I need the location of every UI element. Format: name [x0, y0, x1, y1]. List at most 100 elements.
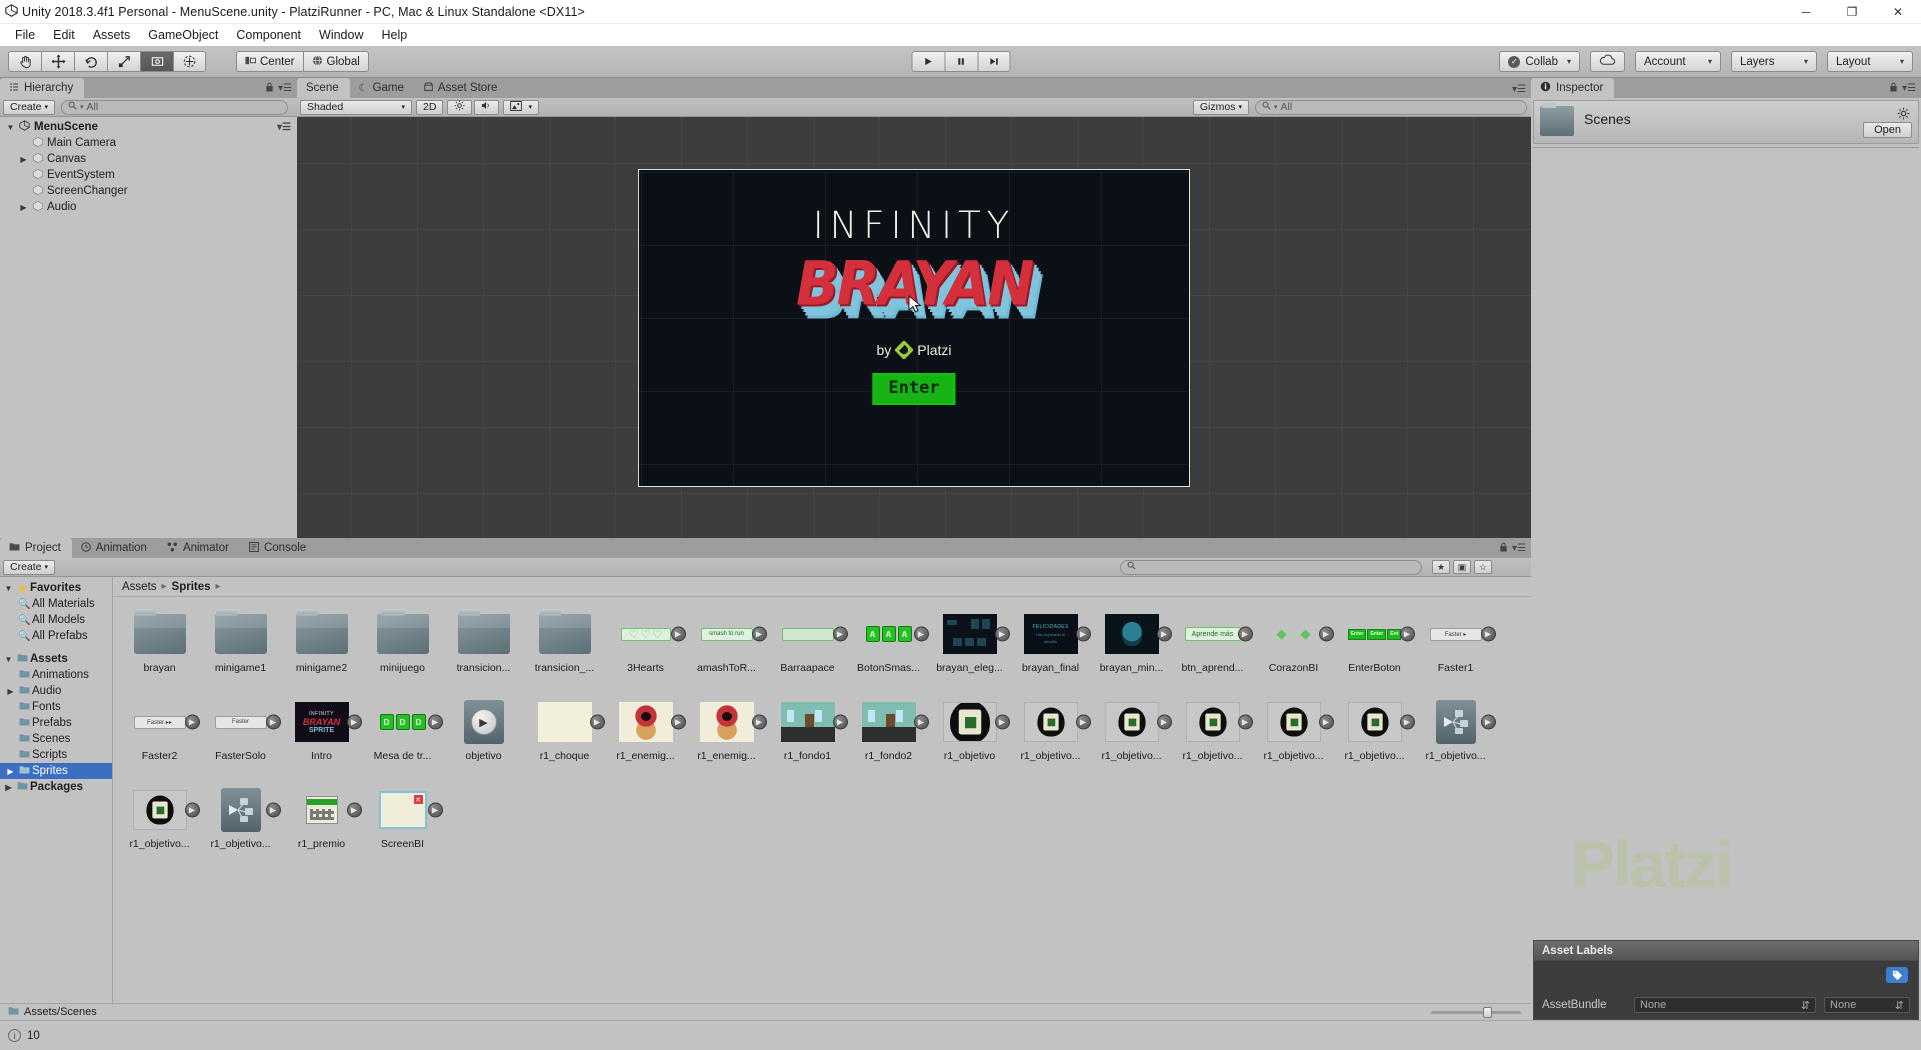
expand-sprite-icon[interactable]: ▶	[832, 714, 848, 730]
expand-sprite-icon[interactable]: ▶	[1156, 714, 1172, 730]
tab-asset-store[interactable]: Asset Store	[414, 78, 509, 98]
hierarchy-item-audio[interactable]: ▶ Audio	[0, 199, 297, 215]
hierarchy-search-input[interactable]: ▾ All	[61, 99, 288, 115]
rotate-tool-button[interactable]	[74, 51, 107, 72]
tab-animation[interactable]: Animation	[71, 538, 158, 558]
project-tree-prefabs[interactable]: Prefabs	[0, 715, 112, 731]
menu-edit[interactable]: Edit	[44, 26, 84, 44]
expand-sprite-icon[interactable]: ▶	[1318, 626, 1334, 642]
account-button[interactable]: Account ▾	[1635, 51, 1721, 72]
expand-sprite-icon[interactable]: ▶	[1399, 626, 1415, 642]
asset-item[interactable]: ▶ r1_fondo2	[848, 692, 929, 780]
asset-item[interactable]: ▶ r1_objetivo...	[1172, 692, 1253, 780]
project-tree-sprites[interactable]: ▶ Sprites	[0, 763, 112, 779]
asset-item[interactable]: ▶ r1_enemig...	[686, 692, 767, 780]
project-tree-scenes[interactable]: Scenes	[0, 731, 112, 747]
expand-sprite-icon[interactable]: ▶	[994, 714, 1010, 730]
breadcrumb-assets[interactable]: Assets	[122, 581, 157, 593]
scene-audio-button[interactable]	[474, 99, 500, 115]
expand-sprite-icon[interactable]: ▶	[1399, 714, 1415, 730]
expand-sprite-icon[interactable]: ▶	[589, 714, 605, 730]
scene-context-menu-icon[interactable]: ▾☰	[277, 122, 291, 133]
expand-sprite-icon[interactable]: ▶	[1480, 714, 1496, 730]
project-tree-all-prefabs[interactable]: 🔍 All Prefabs	[0, 628, 112, 644]
expand-sprite-icon[interactable]: ▶	[913, 626, 929, 642]
chevron-right-icon[interactable]: ▶	[4, 687, 17, 696]
expand-sprite-icon[interactable]: ▶	[265, 714, 281, 730]
panel-menu-icon[interactable]: ▾☰	[1512, 543, 1526, 554]
asset-item[interactable]: Enter Enter Ent ▶ EnterBoton	[1334, 604, 1415, 692]
close-button[interactable]: ✕	[1875, 0, 1921, 24]
panel-menu-icon[interactable]: ▾☰	[278, 83, 292, 94]
thumbnail-zoom-slider[interactable]	[1431, 1006, 1521, 1018]
expand-sprite-icon[interactable]: ▶	[994, 626, 1010, 642]
hierarchy-scene-root[interactable]: ▼ MenuScene ▾☰	[0, 119, 297, 135]
asset-item[interactable]: ▶ objetivo	[443, 692, 524, 780]
menu-file[interactable]: File	[6, 26, 44, 44]
expand-sprite-icon[interactable]: ▶	[184, 714, 200, 730]
asset-item[interactable]: ▶ brayan_min...	[1091, 604, 1172, 692]
menu-help[interactable]: Help	[372, 26, 416, 44]
lock-icon[interactable]	[265, 82, 274, 95]
expand-sprite-icon[interactable]: ▶	[1237, 714, 1253, 730]
asset-item[interactable]: ▶ r1_enemig...	[605, 692, 686, 780]
maximize-button[interactable]: ❐	[1829, 0, 1875, 24]
hierarchy-create-button[interactable]: Create ▾	[3, 99, 56, 115]
expand-sprite-icon[interactable]: ▶	[832, 626, 848, 642]
menu-assets[interactable]: Assets	[84, 26, 140, 44]
menu-component[interactable]: Component	[227, 26, 310, 44]
project-tree-all-models[interactable]: 🔍 All Models	[0, 612, 112, 628]
layout-button[interactable]: Layout ▾	[1827, 51, 1913, 72]
zoom-slider-knob[interactable]	[1483, 1006, 1492, 1018]
shading-mode-dropdown[interactable]: Shaded ▾	[300, 99, 412, 115]
expand-sprite-icon[interactable]: ▶	[1237, 626, 1253, 642]
expand-sprite-icon[interactable]: ▶	[427, 714, 443, 730]
asset-item[interactable]: Faster ▶ FasterSolo	[200, 692, 281, 780]
expand-sprite-icon[interactable]: ▶	[913, 714, 929, 730]
2d-toggle-button[interactable]: 2D	[416, 99, 444, 115]
type-filter-icon[interactable]: ▣	[1453, 560, 1471, 574]
tab-animator[interactable]: Animator	[157, 538, 240, 558]
scene-effects-button[interactable]: ▾	[503, 99, 539, 115]
tab-scene[interactable]: Scene	[297, 78, 350, 98]
asset-item[interactable]: ▶ r1_objetivo...	[1415, 692, 1496, 780]
asset-item[interactable]: minigame2	[281, 604, 362, 692]
asset-item[interactable]: ▶ r1_objetivo...	[1334, 692, 1415, 780]
scale-tool-button[interactable]	[107, 51, 140, 72]
asset-item[interactable]: ▶ r1_objetivo...	[200, 780, 281, 868]
label-filter-icon[interactable]: ☆	[1474, 560, 1492, 574]
asset-item[interactable]: ▶ r1_objetivo...	[1091, 692, 1172, 780]
expand-sprite-icon[interactable]: ▶	[1480, 626, 1496, 642]
asset-item[interactable]: ▶ r1_objetivo...	[119, 780, 200, 868]
project-tree-scripts[interactable]: Scripts	[0, 747, 112, 763]
asset-item[interactable]: minijuego	[362, 604, 443, 692]
expand-sprite-icon[interactable]: ▶	[670, 626, 686, 642]
project-search-input[interactable]	[1120, 559, 1422, 575]
panel-menu-icon[interactable]: ▾☰	[1902, 83, 1916, 94]
tab-console[interactable]: Console	[239, 538, 318, 558]
gizmos-dropdown[interactable]: Gizmos ▾	[1192, 99, 1249, 115]
assetbundle-name-dropdown[interactable]: None ⇵	[1634, 997, 1816, 1013]
asset-item[interactable]: ▶ r1_fondo1	[767, 692, 848, 780]
asset-item[interactable]: Aprende más ▶ btn_aprend...	[1172, 604, 1253, 692]
asset-item[interactable]: Faster ▸▸ ▶ Faster2	[119, 692, 200, 780]
pivot-mode-button[interactable]: Center	[236, 51, 303, 72]
hierarchy-item-eventsystem[interactable]: ▶ EventSystem	[0, 167, 297, 183]
expand-sprite-icon[interactable]: ▶	[1075, 626, 1091, 642]
project-tree-audio[interactable]: ▶ Audio	[0, 683, 112, 699]
lock-icon[interactable]	[1499, 542, 1508, 555]
inspector-open-button[interactable]: Open	[1863, 122, 1912, 138]
asset-item[interactable]: ▶ r1_objetivo	[929, 692, 1010, 780]
project-tree-all-materials[interactable]: 🔍 All Materials	[0, 596, 112, 612]
expand-sprite-icon[interactable]: ▶	[1075, 714, 1091, 730]
transform-tool-button[interactable]	[173, 51, 206, 72]
asset-item[interactable]: INFINITY BRAYAN SPRITE ▶ Intro	[281, 692, 362, 780]
project-create-button[interactable]: Create ▾	[3, 559, 56, 575]
favorite-filter-icon[interactable]: ★	[1432, 560, 1450, 574]
breadcrumb-sprites[interactable]: Sprites	[172, 581, 211, 593]
asset-item[interactable]: Faster ▸ ▶ Faster1	[1415, 604, 1496, 692]
expand-sprite-icon[interactable]: ▶	[751, 714, 767, 730]
chevron-down-icon[interactable]: ▼	[2, 584, 15, 593]
asset-item[interactable]: D D D ▶ Mesa de tr...	[362, 692, 443, 780]
project-tree-assets[interactable]: ▼ Assets	[0, 651, 112, 667]
